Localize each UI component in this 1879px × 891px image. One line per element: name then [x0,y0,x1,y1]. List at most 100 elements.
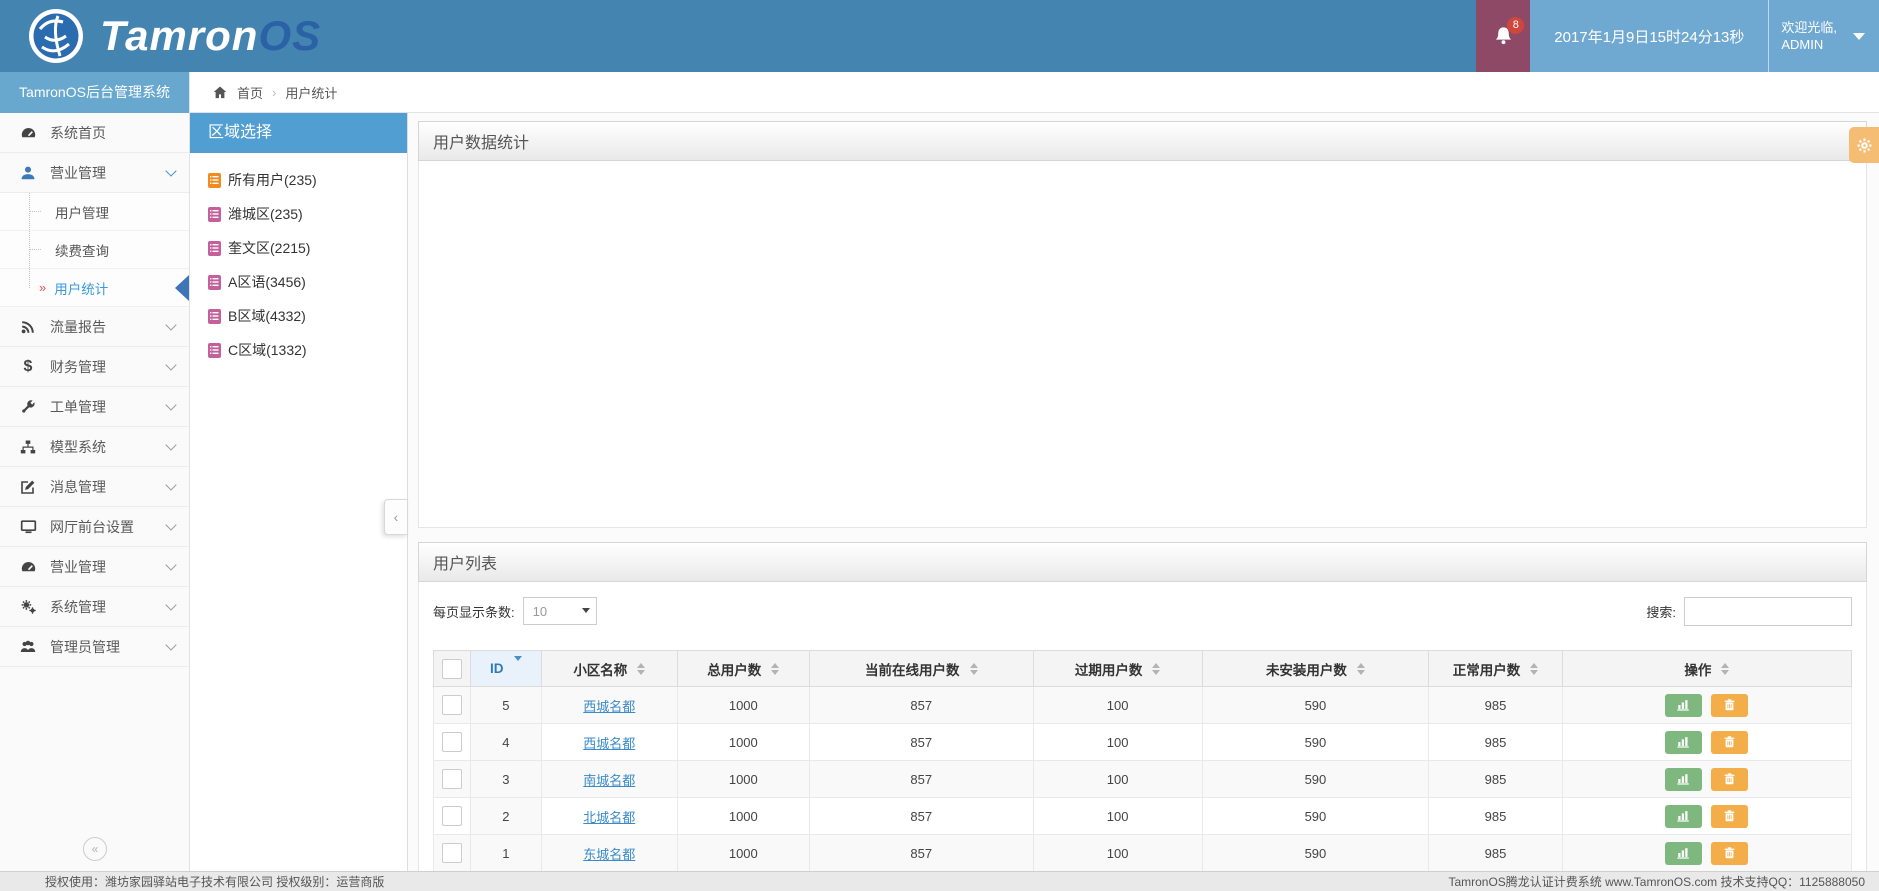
sidebar-item-system-home[interactable]: 系统首页 [0,113,189,153]
sidebar: TamronOS后台管理系统 系统首页 营业管理 用户管理 续费查询 » 用户统… [0,72,190,871]
column-header-name[interactable]: 小区名称 [540,650,678,687]
chart-button[interactable] [1665,804,1703,828]
sidebar-item-portal-settings[interactable]: 网厅前台设置 [0,507,189,547]
delete-button[interactable] [1711,804,1749,828]
select-all-checkbox[interactable] [441,658,462,679]
chart-button[interactable] [1665,841,1703,865]
table-row: 1 东城名都 1000 857 100 590 985 [433,834,1853,871]
row-checkbox[interactable] [441,732,462,752]
home-icon [213,86,227,98]
logo-globe-icon [29,9,83,63]
delete-button[interactable] [1711,767,1749,791]
sidebar-item-traffic-report[interactable]: 流量报告 [0,307,189,347]
cell-online: 857 [808,797,1034,835]
community-link[interactable]: 南城名都 [583,773,635,788]
chart-button[interactable] [1665,767,1703,791]
column-header-online[interactable]: 当前在线用户数 [808,650,1034,687]
cell-total: 1000 [676,760,810,798]
list-icon [208,308,221,324]
row-checkbox[interactable] [441,695,462,715]
column-header-expired[interactable]: 过期用户数 [1032,650,1203,687]
dashboard-icon [18,124,38,141]
notifications-button[interactable]: 8 [1476,0,1531,72]
chevron-down-icon [165,558,177,571]
sidebar-item-model-system[interactable]: 模型系统 [0,427,189,467]
chart-button[interactable] [1665,730,1703,754]
breadcrumb-home[interactable]: 首页 [237,83,263,102]
bar-chart-icon [1677,811,1690,822]
sidebar-subitem-user-stats[interactable]: » 用户统计 [0,269,189,307]
user-list-panel-title: 用户列表 [418,542,1867,582]
table-header-row: ID 小区名称 总用户数 当前在线用户数 过期用户数 未安装用户数 正常用户数 … [433,650,1853,687]
column-header-uninstalled[interactable]: 未安装用户数 [1201,650,1430,687]
trash-icon [1724,810,1735,822]
chart-button[interactable] [1665,693,1703,717]
settings-gear-tab[interactable] [1849,127,1879,163]
community-link[interactable]: 西城名都 [583,699,635,714]
user-menu[interactable]: 欢迎光临, ADMIN [1768,0,1879,72]
region-item-c[interactable]: C区域(1332) [208,333,407,367]
sidebar-subitem-renewal-query[interactable]: 续费查询 [0,231,189,269]
delete-button[interactable] [1711,693,1749,717]
sidebar-collapse-button[interactable]: « [83,837,107,861]
sidebar-item-work-order-management[interactable]: 工单管理 [0,387,189,427]
cell-total: 1000 [676,834,810,871]
delete-button[interactable] [1711,841,1749,865]
sidebar-subitem-user-management[interactable]: 用户管理 [0,193,189,231]
sidebar-item-finance-management[interactable]: $ 财务管理 [0,347,189,387]
region-item-weicheng[interactable]: 潍城区(235) [208,197,407,231]
column-header-normal[interactable]: 正常用户数 [1428,650,1563,687]
list-icon [208,240,221,256]
region-item-kuiwen[interactable]: 奎文区(2215) [208,231,407,265]
dollar-icon: $ [23,357,33,375]
footer-license-text: 授权使用：潍坊家园驿站电子技术有限公司 授权级别：运营商版 [45,875,385,889]
cell-uninstalled: 590 [1201,723,1430,761]
bar-chart-icon [1677,774,1690,785]
sort-icon [637,662,646,675]
chevron-down-icon [165,438,177,451]
notification-badge: 8 [1507,17,1525,34]
region-item-a[interactable]: A区语(3456) [208,265,407,299]
row-checkbox[interactable] [441,806,462,826]
region-panel-collapse-handle[interactable]: ‹ [384,499,408,535]
sort-desc-icon [513,656,522,676]
cell-uninstalled: 590 [1201,686,1430,724]
delete-button[interactable] [1711,730,1749,754]
search-input[interactable] [1684,596,1852,626]
footer: 授权使用：潍坊家园驿站电子技术有限公司 授权级别：运营商版 TamronOS腾龙… [0,871,1879,891]
sidebar-item-business-management-2[interactable]: 营业管理 [0,547,189,587]
cell-online: 857 [808,834,1034,871]
column-header-total[interactable]: 总用户数 [676,650,810,687]
community-link[interactable]: 北城名都 [583,810,635,825]
list-icon [208,172,221,188]
region-item-all-users[interactable]: 所有用户(235) [208,163,407,197]
community-link[interactable]: 西城名都 [583,736,635,751]
cell-expired: 100 [1032,797,1203,835]
sidebar-item-message-management[interactable]: 消息管理 [0,467,189,507]
page-size-select[interactable]: 10 [522,597,597,625]
caret-down-icon [1853,32,1865,40]
cell-total: 1000 [676,797,810,835]
sort-icon [1721,662,1730,675]
cell-id: 4 [469,723,542,761]
list-icon [208,342,221,358]
column-header-actions[interactable]: 操作 [1561,650,1853,687]
sidebar-item-system-management[interactable]: 系统管理 [0,587,189,627]
row-checkbox[interactable] [441,843,462,863]
sidebar-item-admin-management[interactable]: 管理员管理 [0,627,189,667]
cell-expired: 100 [1032,723,1203,761]
column-header-id[interactable]: ID [469,650,542,687]
cell-id: 1 [469,834,542,871]
tachometer-icon [18,558,38,575]
region-panel-title: 区域选择 [190,113,407,153]
row-checkbox[interactable] [441,769,462,789]
cell-online: 857 [808,760,1034,798]
cell-normal: 985 [1428,834,1563,871]
users-icon [18,639,38,655]
user-table: ID 小区名称 总用户数 当前在线用户数 过期用户数 未安装用户数 正常用户数 … [433,650,1853,871]
community-link[interactable]: 东城名都 [583,847,635,862]
sidebar-item-business-management[interactable]: 营业管理 [0,153,189,193]
region-item-b[interactable]: B区域(4332) [208,299,407,333]
app-window: TamronOS 8 2017年1月9日15时24分13秒 欢迎光临, ADMI… [0,0,1879,891]
chevron-down-icon [165,638,177,651]
